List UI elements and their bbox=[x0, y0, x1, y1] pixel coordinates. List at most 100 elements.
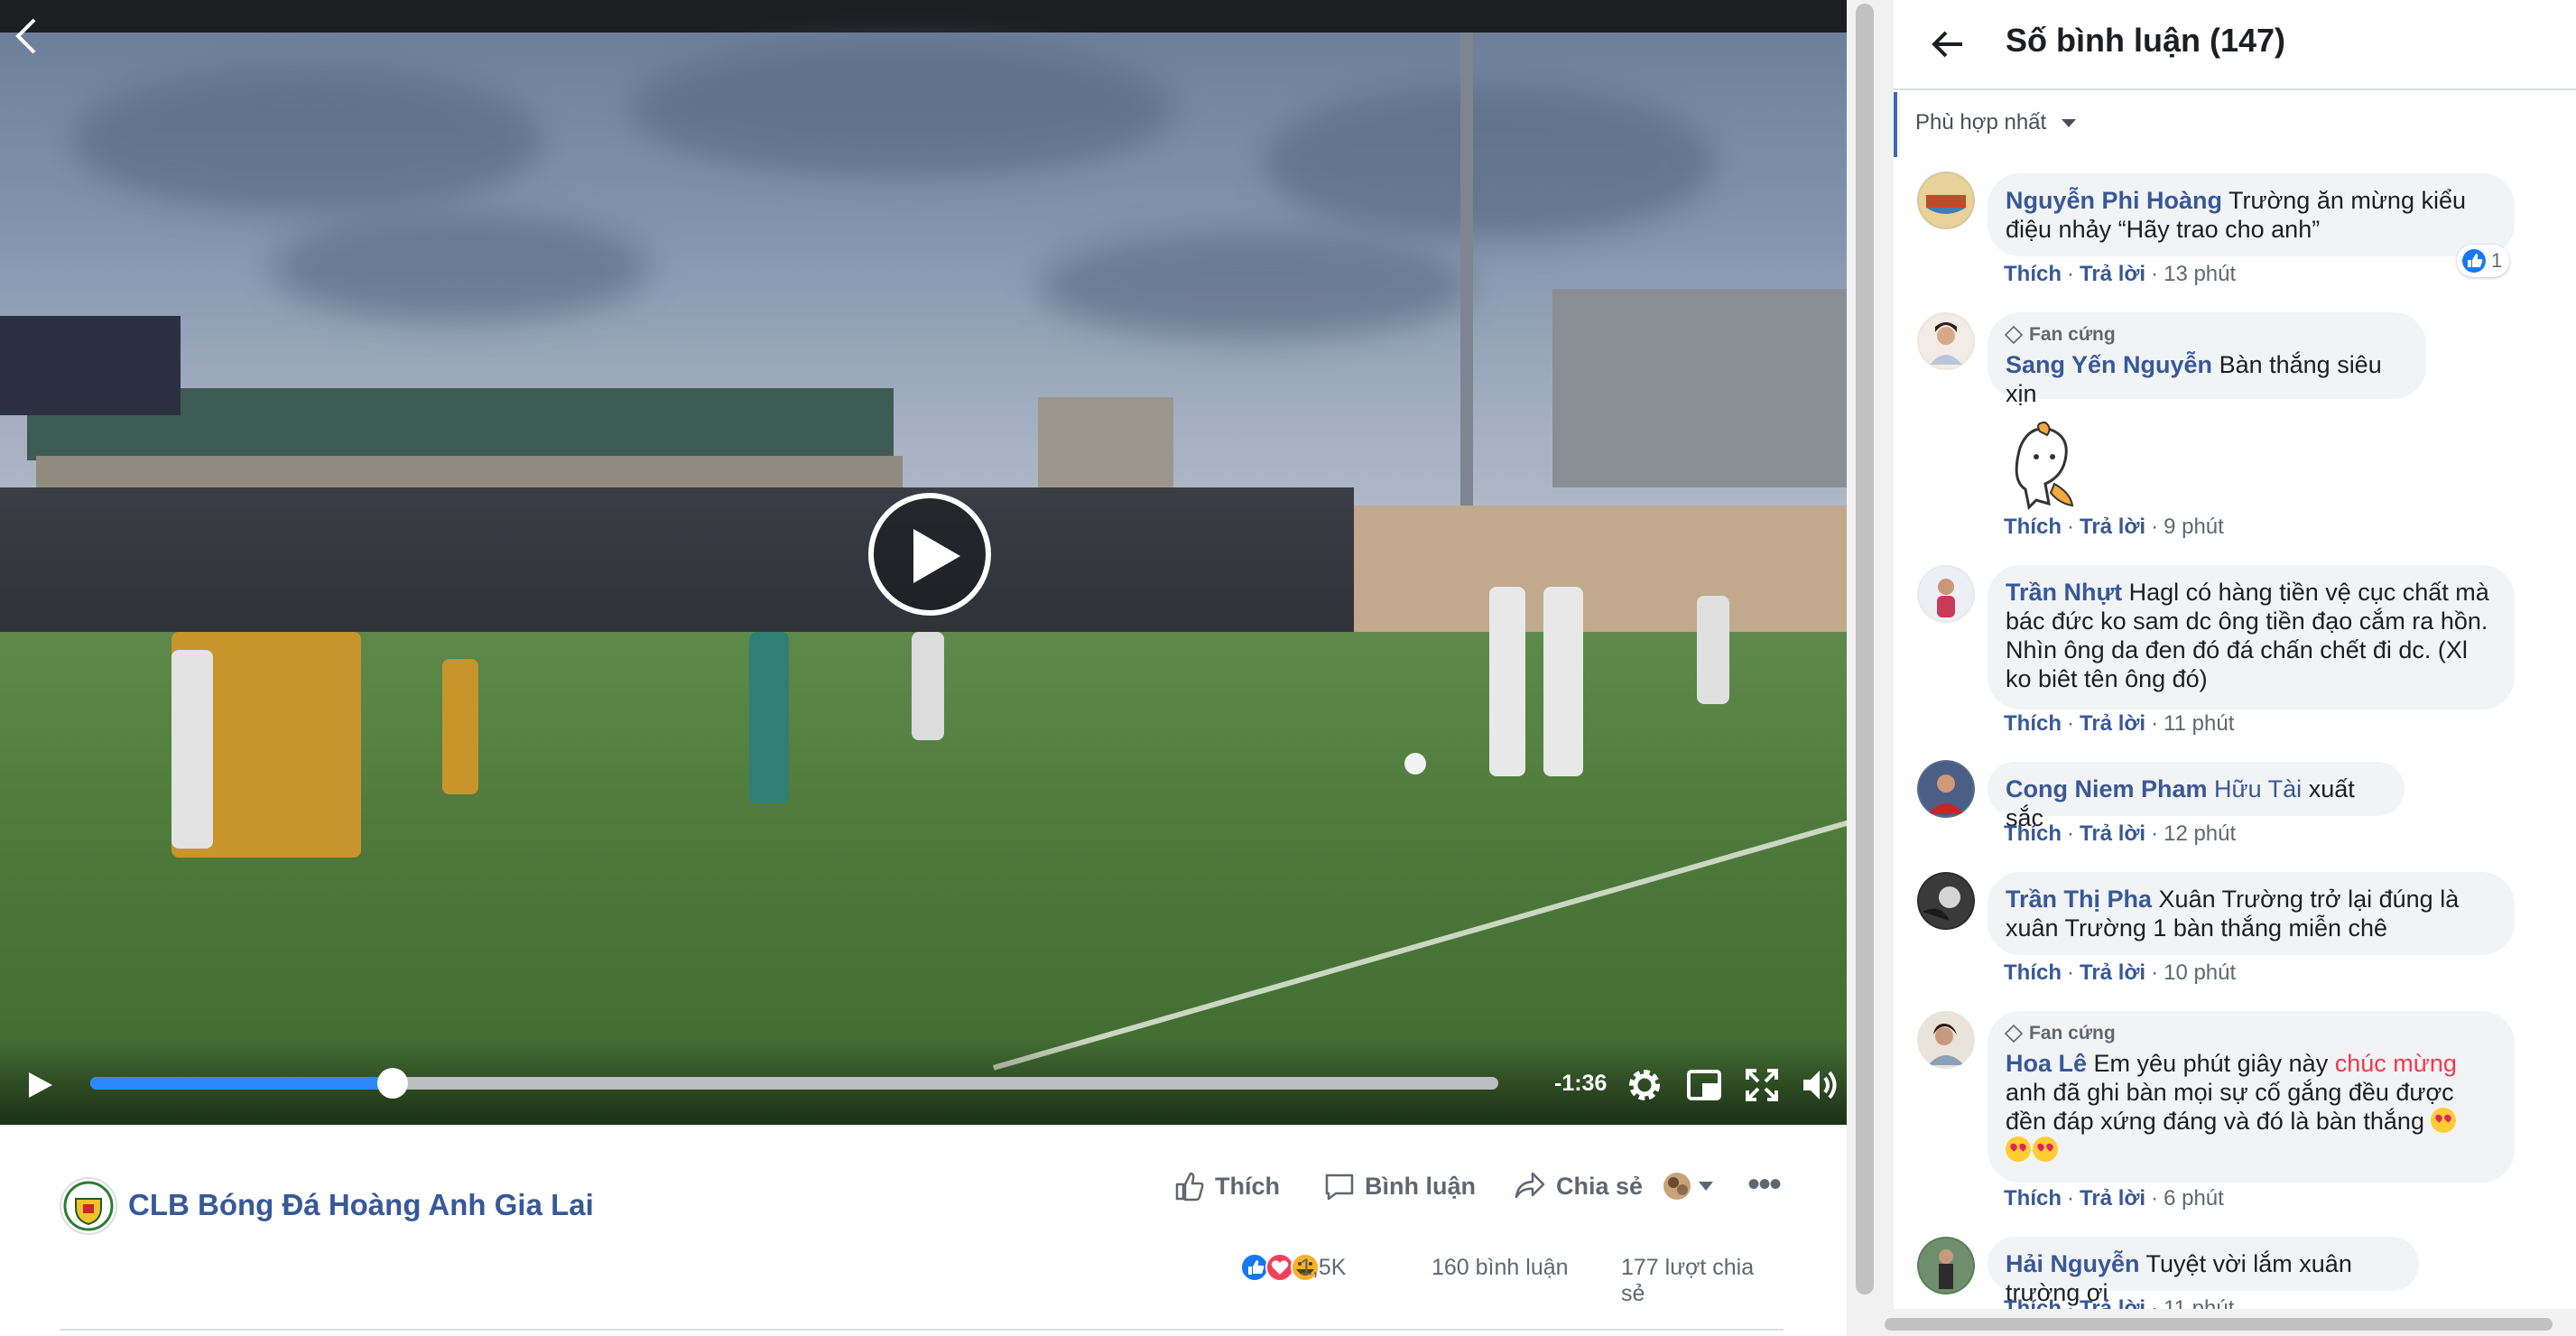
scrollbar-thumb[interactable] bbox=[1856, 4, 1874, 1294]
like-reaction-icon bbox=[2462, 249, 2486, 273]
heart-eyes-emoji-icon bbox=[2006, 1137, 2031, 1162]
comment-meta: Thích · Trả lời · 6 phút bbox=[2004, 1186, 2224, 1211]
comment-like-link[interactable]: Thích bbox=[2004, 1186, 2062, 1211]
comment-meta: Thích · Trả lời · 13 phút bbox=[2004, 262, 2237, 286]
comment-text-line2: xuân Trường 1 bàn thắng miễn chê bbox=[2006, 914, 2388, 942]
comment-like-link[interactable]: Thích bbox=[2004, 262, 2062, 286]
page-name-link[interactable]: CLB Bóng Đá Hoàng Anh Gia Lai bbox=[128, 1188, 594, 1222]
avatar[interactable] bbox=[1917, 565, 1975, 623]
share-action-button[interactable]: Chia sẻ bbox=[1513, 1166, 1643, 1206]
comment-reply-link[interactable]: Trả lời bbox=[2080, 1186, 2145, 1211]
play-overlay-button[interactable] bbox=[868, 493, 991, 616]
comment-author-link[interactable]: Hoa Lê bbox=[2006, 1050, 2087, 1077]
video-top-bar bbox=[0, 0, 1847, 32]
avatar[interactable] bbox=[1917, 872, 1975, 930]
comment-bubble: Cong Niem Pham Hữu Tài xuất sắc bbox=[1988, 762, 2405, 831]
video-player[interactable]: -1:36 bbox=[0, 0, 1847, 1125]
like-action-button[interactable]: Thích bbox=[1173, 1166, 1280, 1206]
player-white-3 bbox=[1489, 587, 1525, 776]
share-label: Chia sẻ bbox=[1556, 1172, 1644, 1200]
referee bbox=[749, 632, 789, 803]
avatar[interactable] bbox=[1917, 172, 1975, 229]
avatar[interactable] bbox=[1917, 1237, 1975, 1294]
scrollbar-thumb[interactable] bbox=[1885, 1318, 2553, 1331]
panel-title: Số bình luận (147) bbox=[2006, 22, 2286, 59]
comment-reply-link[interactable]: Trả lời bbox=[2080, 821, 2145, 846]
comment-like-link[interactable]: Thích bbox=[2004, 711, 2062, 736]
pip-icon[interactable] bbox=[1684, 1065, 1724, 1105]
reaction-count[interactable]: 1,5K bbox=[1300, 1255, 1346, 1281]
comment-author-link[interactable]: Trần Nhựt bbox=[2006, 579, 2122, 606]
reaction-count: 1 bbox=[2491, 249, 2503, 272]
back-arrow-icon[interactable] bbox=[1926, 22, 1971, 67]
comment-like-link[interactable]: Thích bbox=[2004, 821, 2062, 846]
thumbs-up-icon bbox=[1175, 1172, 1204, 1201]
comment-count-link[interactable]: 160 bình luận bbox=[1432, 1255, 1569, 1281]
avatar[interactable] bbox=[1917, 312, 1975, 370]
comment-author-link[interactable]: Cong Niem Pham bbox=[2006, 775, 2208, 803]
post-stats: 1,5K 160 bình luận 177 lượt chia sẻ bbox=[1240, 1249, 1782, 1306]
building-center bbox=[1038, 397, 1173, 496]
comment-action-button[interactable]: Bình luận bbox=[1323, 1166, 1476, 1206]
comment-like-link[interactable]: Thích bbox=[2004, 515, 2062, 539]
highlight-text: chúc mừng bbox=[2334, 1050, 2457, 1077]
light-pole bbox=[1460, 32, 1473, 574]
share-count-link[interactable]: 177 lượt chia sẻ bbox=[1621, 1255, 1782, 1307]
comment-bubble-icon bbox=[1325, 1174, 1354, 1201]
sticker-image bbox=[2004, 421, 2080, 511]
fan-badge: Fan cứng bbox=[2004, 323, 2408, 347]
comment-text: Hagl có hàng tiền vệ cục chất mà bbox=[2128, 579, 2489, 606]
play-button[interactable] bbox=[22, 1067, 58, 1103]
mention-link[interactable]: Hữu Tài bbox=[2214, 775, 2302, 803]
comment-author-link[interactable]: Trần Thị Pha bbox=[2006, 886, 2152, 913]
progress-bar[interactable] bbox=[90, 1068, 1498, 1099]
back-chevron-icon[interactable] bbox=[13, 16, 49, 54]
avatar[interactable] bbox=[1917, 1011, 1975, 1069]
comment-bubble: Fan cứng Sang Yến Nguyễn Bàn thắng siêu … bbox=[1988, 312, 2426, 407]
comment-author-link[interactable]: Sang Yến Nguyễn bbox=[2006, 351, 2212, 378]
comment-text-line2: điệu nhảy “Hãy trao cho anh” bbox=[2006, 216, 2321, 243]
comment-reply-link[interactable]: Trả lời bbox=[2080, 960, 2145, 985]
page-avatar[interactable] bbox=[60, 1177, 117, 1235]
more-options-icon[interactable]: ••• bbox=[1747, 1166, 1782, 1202]
comment-text-line2: anh đã ghi bàn mọi sự cố gắng đều được bbox=[2006, 1079, 2454, 1106]
comment-time[interactable]: 10 phút bbox=[2164, 960, 2236, 985]
heart-eyes-emoji-icon bbox=[2033, 1137, 2058, 1162]
building-left bbox=[0, 316, 181, 415]
comment-meta: Thích · Trả lời · 10 phút bbox=[2004, 960, 2237, 985]
fullscreen-icon[interactable] bbox=[1742, 1065, 1782, 1105]
sort-dropdown[interactable]: Phù hợp nhất bbox=[1894, 90, 2576, 159]
volume-icon[interactable] bbox=[1800, 1065, 1839, 1105]
play-icon bbox=[29, 1072, 52, 1098]
caret-down-icon bbox=[1699, 1182, 1713, 1191]
vertical-scrollbar[interactable] bbox=[1847, 0, 1894, 1336]
player-white-1 bbox=[171, 650, 213, 849]
player-yellow bbox=[442, 659, 478, 794]
comment-author-link[interactable]: Hải Nguyễn bbox=[2006, 1250, 2140, 1277]
comment-reply-link[interactable]: Trả lời bbox=[2080, 262, 2145, 286]
comment-reply-link[interactable]: Trả lời bbox=[2080, 515, 2145, 539]
player-white-5 bbox=[1697, 596, 1729, 704]
comment-bubble: Nguyễn Phi Hoàng Trường ăn mừng kiểu điệ… bbox=[1988, 173, 2515, 256]
comment-reply-link[interactable]: Trả lời bbox=[2080, 711, 2145, 736]
fan-badge-label: Fan cứng bbox=[2029, 324, 2116, 345]
comment-text-line2: bác đức ko sam dc ông tiền đạo cắm ra hồ… bbox=[2006, 608, 2488, 635]
comment-text-line3: Nhìn ông da đen đó đá chấn chết đi dc. (… bbox=[2006, 636, 2468, 663]
comment-author-link[interactable]: Nguyễn Phi Hoàng bbox=[2006, 187, 2222, 214]
comment-reaction-badge[interactable]: 1 bbox=[2457, 245, 2510, 277]
comment-time[interactable]: 9 phút bbox=[2164, 515, 2224, 539]
comment-time[interactable]: 12 phút bbox=[2164, 821, 2236, 846]
comments-panel: Số bình luận (147) Phù hợp nhất Nguyễn P… bbox=[1894, 0, 2576, 1336]
comment-time[interactable]: 11 phút bbox=[2164, 711, 2234, 736]
horizontal-scrollbar[interactable] bbox=[1877, 1309, 2576, 1336]
avatar[interactable] bbox=[1917, 760, 1975, 818]
comment-time[interactable]: 6 phút bbox=[2164, 1186, 2224, 1211]
comment-like-link[interactable]: Thích bbox=[2004, 960, 2062, 985]
audience-selector[interactable] bbox=[1661, 1170, 1720, 1202]
settings-gear-icon[interactable] bbox=[1625, 1065, 1664, 1105]
like-label: Thích bbox=[1215, 1172, 1280, 1200]
comment-time[interactable]: 13 phút bbox=[2164, 262, 2236, 286]
play-icon bbox=[913, 529, 960, 583]
fan-badge: Fan cứng bbox=[2004, 1022, 2497, 1045]
comment-label: Bình luận bbox=[1365, 1172, 1476, 1200]
